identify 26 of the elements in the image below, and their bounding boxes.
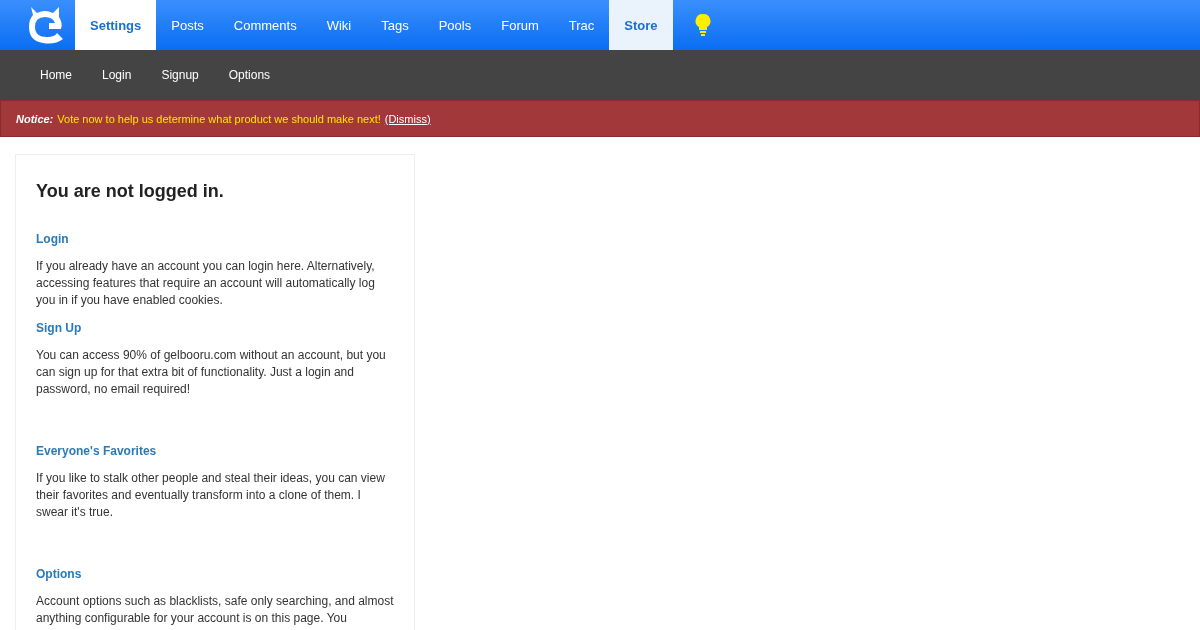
subnav-link[interactable]: Options bbox=[213, 68, 286, 82]
section-heading-link[interactable]: Sign Up bbox=[36, 321, 394, 335]
notice-message: Vote now to help us determine what product we should make next! bbox=[57, 112, 381, 125]
section-heading-link[interactable]: Options bbox=[36, 567, 394, 581]
nav-tab[interactable]: Wiki bbox=[311, 0, 367, 50]
subnav-link[interactable]: Signup bbox=[146, 68, 214, 82]
notice-label: Notice: bbox=[16, 112, 54, 125]
section-description: If you already have an account you can login here. Alternatively, accessing features that require an account will automatically log you in if you have enabled cookies. bbox=[36, 258, 376, 309]
section-description: You can access 90% of gelbooru.com without an account, but you can sign up for that extra bit of functionality. Just a login and password, no email required! bbox=[36, 347, 387, 398]
nav-tab[interactable]: Trac bbox=[553, 0, 610, 50]
nav-tab[interactable]: Pools bbox=[423, 0, 487, 50]
nav-tab[interactable]: Settings bbox=[75, 0, 157, 50]
section-heading-link[interactable]: Login bbox=[36, 232, 394, 246]
nav-tab[interactable]: Tags bbox=[366, 0, 424, 50]
section-heading-link[interactable]: Everyone's Favorites bbox=[36, 444, 394, 458]
nav-tab[interactable]: Store bbox=[609, 0, 673, 50]
panel-title: You are not logged in. bbox=[36, 181, 225, 202]
nav-tab[interactable]: Comments bbox=[218, 0, 312, 50]
section-description: Account options such as blacklists, safe only searching, and almost anything configurable for your account is on this page. You bbox=[36, 593, 394, 627]
nav-tab[interactable]: Forum bbox=[486, 0, 554, 50]
nav-tab[interactable]: Posts bbox=[156, 0, 219, 50]
section-description: If you like to stalk other people and steal their ideas, you can view their favorites and eventually transform into a clone of them. I swear it's true. bbox=[36, 470, 386, 521]
dismiss-link[interactable]: (Dismiss) bbox=[384, 112, 431, 125]
subnav-link[interactable]: Login bbox=[87, 68, 147, 82]
subnav-link[interactable]: Home bbox=[25, 68, 87, 82]
lightbulb-icon[interactable] bbox=[694, 13, 711, 37]
